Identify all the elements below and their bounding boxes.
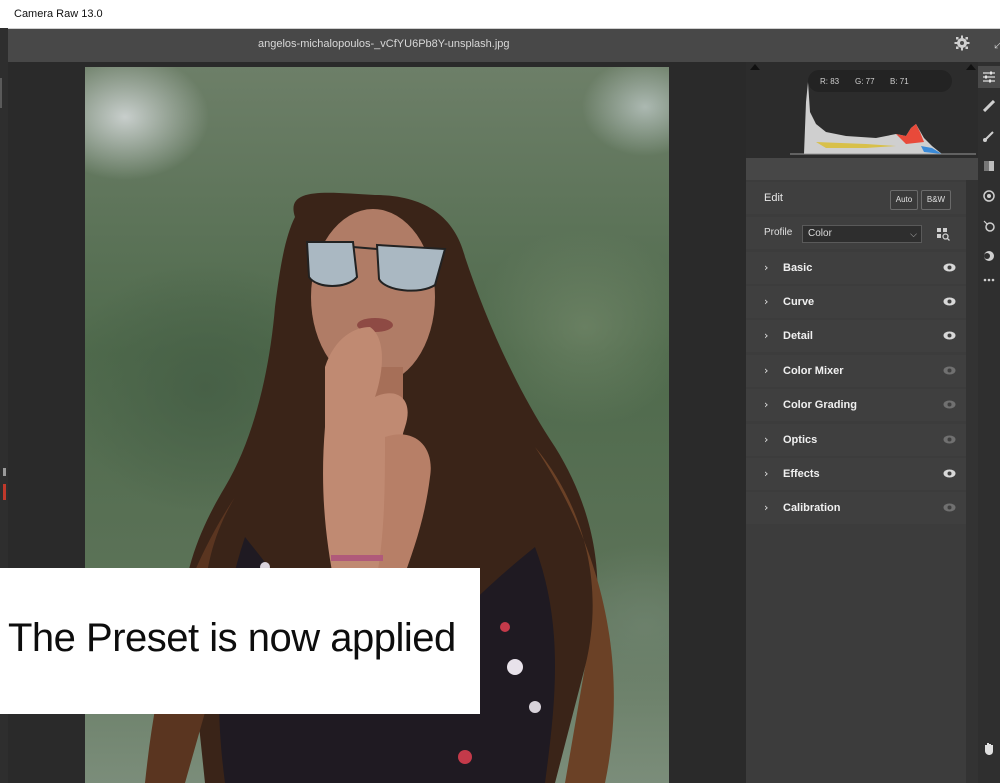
section-label: Optics	[783, 434, 818, 446]
grid-icon[interactable]	[936, 227, 950, 241]
eye-icon[interactable]	[943, 469, 956, 478]
profile-row: Profile Color ⌵	[746, 217, 966, 249]
eye-icon[interactable]	[943, 435, 956, 444]
chevron-right-icon: ›	[764, 398, 769, 411]
section-label: Curve	[783, 296, 815, 308]
readout-g: G: 77	[855, 77, 875, 86]
expand-icon[interactable]: ⤢	[994, 37, 1000, 52]
edit-title: Edit	[764, 192, 783, 204]
chevron-right-icon: ›	[764, 295, 769, 308]
left-edge-marker	[3, 468, 6, 476]
left-edge-marker-red	[3, 484, 6, 500]
eye-icon[interactable]	[943, 503, 956, 512]
edit-header: Edit Auto B&W	[746, 182, 966, 214]
chevron-right-icon: ›	[764, 501, 769, 514]
section-label: Detail	[783, 330, 813, 342]
panel-scrollbar[interactable]	[966, 180, 978, 783]
redeye-icon[interactable]	[978, 216, 1000, 238]
healing-icon[interactable]	[978, 96, 1000, 118]
eye-icon[interactable]	[943, 331, 956, 340]
section-color-grading[interactable]: › Color Grading	[746, 389, 966, 421]
eye-icon[interactable]	[943, 297, 956, 306]
section-effects[interactable]: › Effects	[746, 458, 966, 490]
panel-empty-area	[746, 524, 966, 783]
section-calibration[interactable]: › Calibration	[746, 492, 966, 524]
more-icon[interactable]	[978, 270, 1000, 292]
section-label: Color Mixer	[783, 365, 844, 377]
gradient-icon[interactable]	[978, 156, 1000, 178]
file-name: angelos-michalopoulos-_vCfYU6Pb8Y-unspla…	[258, 38, 510, 50]
eye-icon[interactable]	[943, 263, 956, 272]
edit-panel: R: 83 G: 77 B: 71 Edit Auto B&W Profile …	[746, 62, 978, 783]
window-titlebar: Camera Raw 13.0	[0, 0, 1000, 29]
section-label: Basic	[783, 262, 813, 274]
rgb-readout: R: 83 G: 77 B: 71	[808, 70, 952, 92]
bw-button[interactable]: B&W	[921, 190, 951, 210]
gear-icon[interactable]	[954, 35, 970, 51]
section-label: Calibration	[783, 502, 841, 514]
caption-overlay: The Preset is now applied	[0, 568, 480, 714]
edit-sliders-icon[interactable]	[978, 66, 1000, 88]
left-edge-marker	[0, 78, 2, 108]
chevron-right-icon: ›	[764, 329, 769, 342]
histogram: R: 83 G: 77 B: 71	[746, 62, 978, 158]
eye-icon[interactable]	[943, 366, 956, 375]
chevron-down-icon: ⌵	[910, 229, 917, 239]
profile-select[interactable]: Color ⌵	[802, 225, 922, 243]
radial-icon[interactable]	[978, 186, 1000, 208]
section-optics[interactable]: › Optics	[746, 424, 966, 456]
section-curve[interactable]: › Curve	[746, 286, 966, 318]
readout-r: R: 83	[820, 77, 840, 86]
chevron-right-icon: ›	[764, 364, 769, 377]
section-detail[interactable]: › Detail	[746, 320, 966, 352]
readout-b: B: 71	[890, 77, 909, 86]
section-label: Color Grading	[783, 399, 857, 411]
profile-value: Color	[808, 228, 832, 239]
section-basic[interactable]: › Basic	[746, 252, 966, 284]
auto-button[interactable]: Auto	[890, 190, 918, 210]
caption-text: The Preset is now applied	[8, 616, 456, 660]
window-title: Camera Raw 13.0	[14, 8, 103, 20]
chevron-right-icon: ›	[764, 433, 769, 446]
section-color-mixer[interactable]: › Color Mixer	[746, 355, 966, 387]
brush-icon[interactable]	[978, 126, 1000, 148]
profile-label: Profile	[764, 227, 793, 238]
section-label: Effects	[783, 468, 820, 480]
panel-divider	[746, 158, 978, 180]
hand-icon[interactable]	[978, 738, 1000, 760]
tool-strip	[978, 62, 1000, 783]
file-header: angelos-michalopoulos-_vCfYU6Pb8Y-unspla…	[8, 29, 1000, 62]
chevron-right-icon: ›	[764, 261, 769, 274]
chevron-right-icon: ›	[764, 467, 769, 480]
eye-icon[interactable]	[943, 400, 956, 409]
presets-icon[interactable]	[978, 246, 1000, 268]
